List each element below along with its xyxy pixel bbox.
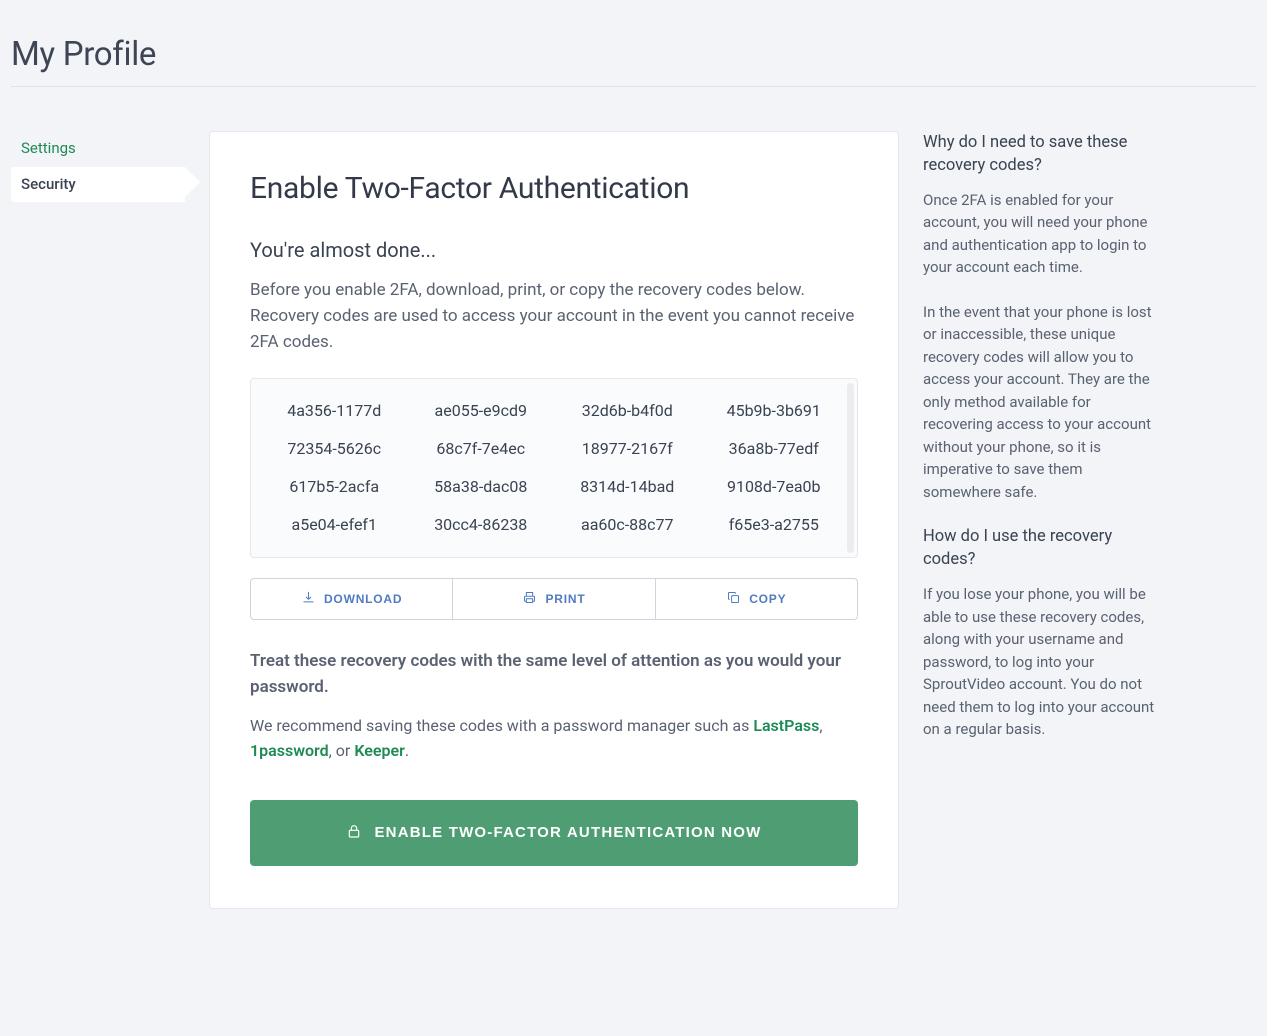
download-button[interactable]: DOWNLOAD: [250, 578, 453, 620]
enable-2fa-label: ENABLE TWO-FACTOR AUTHENTICATION NOW: [374, 824, 761, 841]
link-1password[interactable]: 1password: [250, 741, 329, 760]
sidebar-item-label: Settings: [21, 139, 76, 157]
codes-actions-row: DOWNLOAD PRINT COPY: [250, 578, 858, 620]
info-a1b: In the event that your phone is lost or …: [923, 301, 1155, 504]
card-subheading: You're almost done...: [250, 235, 858, 265]
recovery-code: 18977-2167f: [554, 437, 701, 461]
recovery-code: f65e3-a2755: [701, 513, 848, 537]
page-header: My Profile: [11, 30, 1256, 87]
page-title: My Profile: [11, 30, 1256, 80]
recovery-code: ae055-e9cd9: [408, 399, 555, 423]
recovery-code: 36a8b-77edf: [701, 437, 848, 461]
link-lastpass[interactable]: LastPass: [753, 716, 819, 735]
print-icon: [522, 590, 537, 608]
print-label: PRINT: [545, 592, 585, 606]
link-keeper[interactable]: Keeper: [354, 741, 405, 760]
recovery-code: 72354-5626c: [261, 437, 408, 461]
recovery-code: 30cc4-86238: [408, 513, 555, 537]
sidebar-item-settings[interactable]: Settings: [11, 131, 185, 166]
info-a1a: Once 2FA is enabled for your account, yo…: [923, 189, 1155, 279]
recovery-code: 8314d-14bad: [554, 475, 701, 499]
recovery-code: 45b9b-3b691: [701, 399, 848, 423]
card-title: Enable Two-Factor Authentication: [250, 166, 858, 211]
recovery-code: 9108d-7ea0b: [701, 475, 848, 499]
info-a2: If you lose your phone, you will be able…: [923, 583, 1155, 741]
copy-button[interactable]: COPY: [656, 578, 858, 620]
recovery-code: 4a356-1177d: [261, 399, 408, 423]
sidebar-item-security[interactable]: Security: [11, 167, 185, 202]
copy-icon: [726, 590, 741, 608]
enable-2fa-button[interactable]: ENABLE TWO-FACTOR AUTHENTICATION NOW: [250, 800, 858, 866]
download-label: DOWNLOAD: [324, 592, 402, 606]
sidebar: Settings Security: [11, 131, 185, 204]
treat-text: Treat these recovery codes with the same…: [250, 648, 858, 701]
info-q2: How do I use the recovery codes?: [923, 525, 1155, 571]
lock-icon: [346, 822, 362, 844]
info-column: Why do I need to save these recovery cod…: [923, 131, 1155, 763]
sidebar-item-label: Security: [21, 175, 76, 193]
print-button[interactable]: PRINT: [453, 578, 655, 620]
recovery-code: 68c7f-7e4ec: [408, 437, 555, 461]
recovery-codes-box: 4a356-1177dae055-e9cd932d6b-b4f0d45b9b-3…: [250, 378, 858, 558]
recovery-code: aa60c-88c77: [554, 513, 701, 537]
download-icon: [301, 590, 316, 608]
recovery-code: a5e04-efef1: [261, 513, 408, 537]
recommend-text: We recommend saving these codes with a p…: [250, 714, 858, 764]
copy-label: COPY: [749, 592, 786, 606]
recovery-code: 32d6b-b4f0d: [554, 399, 701, 423]
main-card: Enable Two-Factor Authentication You're …: [209, 131, 899, 909]
info-q1: Why do I need to save these recovery cod…: [923, 131, 1155, 177]
recovery-code: 58a38-dac08: [408, 475, 555, 499]
recovery-code: 617b5-2acfa: [261, 475, 408, 499]
card-lead-text: Before you enable 2FA, download, print, …: [250, 277, 858, 356]
